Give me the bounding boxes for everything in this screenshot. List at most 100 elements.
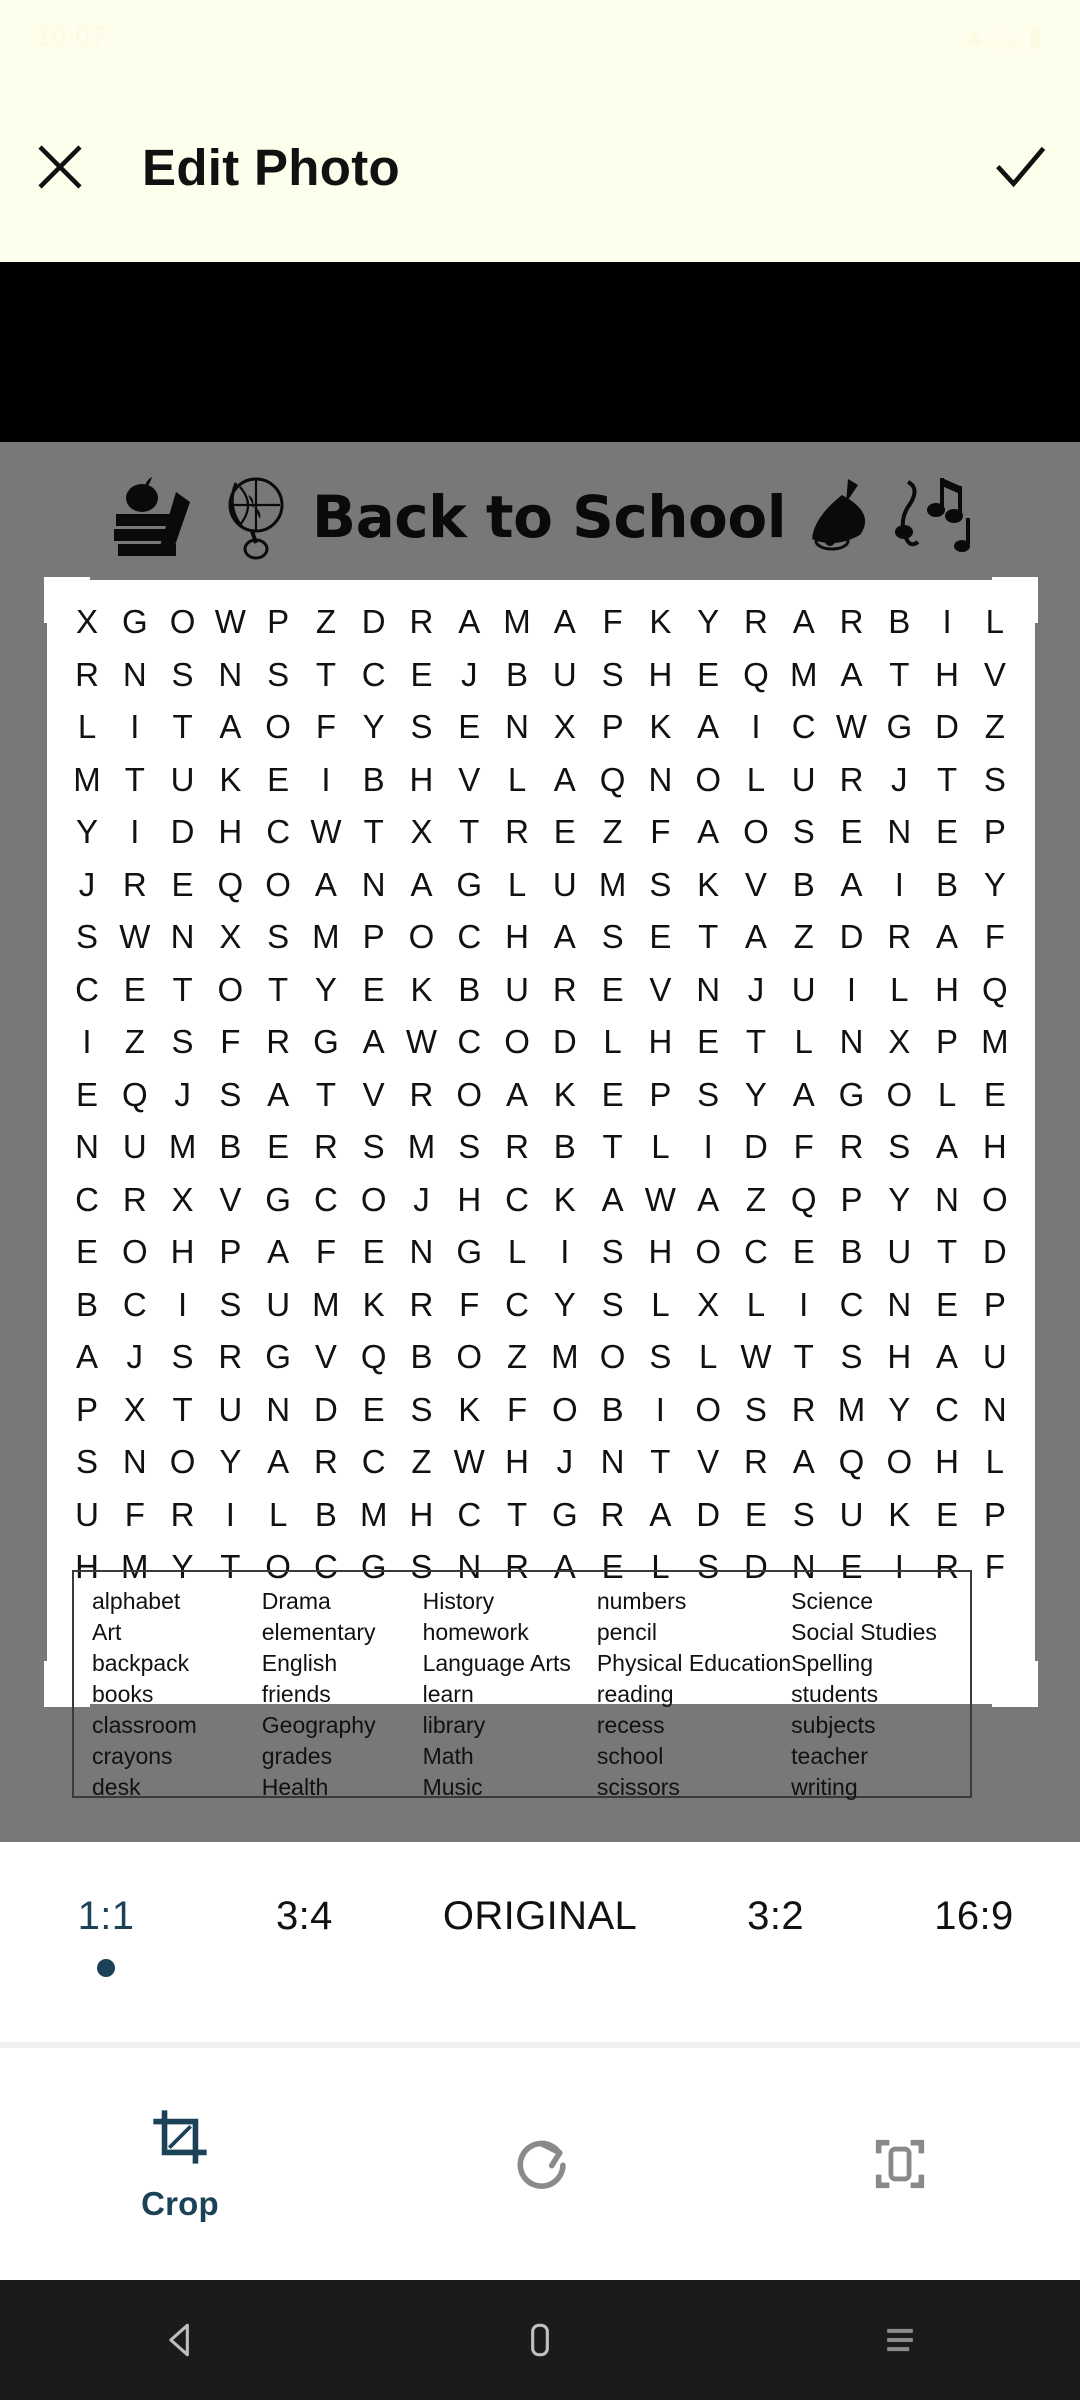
word-list-columns: alphabet Art backpack books classroom crayons… — [74, 1572, 970, 1800]
word-list-column: Science Social Studies Spelling students sub… — [791, 1586, 952, 1800]
letterbox-top — [0, 262, 1080, 442]
grid-letter: S — [267, 918, 290, 956]
grid-letter: R — [313, 1128, 338, 1166]
crop-window[interactable]: XGOWPZDRAMAFKYRARBILRNSNSTCEJBUSHEQMATHV… — [47, 580, 1035, 1704]
nav-back-button[interactable] — [120, 2280, 240, 2400]
grid-letter: T — [936, 1233, 958, 1271]
aspect-ratio-option-1-1[interactable]: 1:1 — [46, 1894, 166, 1977]
tool-rotate[interactable] — [360, 2132, 720, 2196]
grid-letter: T — [268, 970, 289, 1008]
grid-letter: A — [75, 1338, 98, 1376]
grid-letter: T — [650, 1443, 671, 1481]
grid-letter: P — [267, 603, 290, 641]
word-list-item: school — [596, 1743, 664, 1769]
grid-letter: W — [310, 813, 342, 851]
grid-letter: F — [315, 708, 336, 746]
tool-crop[interactable]: Crop — [0, 2105, 360, 2223]
grid-letter: A — [267, 1233, 290, 1271]
grid-letter: N — [600, 1443, 625, 1481]
grid-letter: C — [122, 1285, 147, 1323]
close-button[interactable] — [0, 107, 120, 227]
grid-row: IZSFRGAWCODLHETLNXPM — [65, 1016, 1017, 1069]
aspect-ratio-label: 3:4 — [276, 1894, 333, 1938]
grid-letter: H — [935, 1443, 959, 1481]
crop-icon — [153, 2110, 207, 2164]
grid-letter: W — [740, 1338, 772, 1376]
word-list-item: books — [92, 1681, 154, 1707]
grid-letter: I — [82, 1023, 92, 1061]
grid-letter: C — [791, 708, 816, 746]
grid-letter: S — [840, 1338, 863, 1376]
grid-letter: S — [75, 918, 98, 956]
grid-letter: S — [792, 1495, 815, 1533]
grid-letter: F — [220, 1023, 241, 1061]
grid-letter: T — [172, 708, 193, 746]
grid-letter: R — [744, 603, 768, 641]
grid-letter: B — [458, 970, 481, 1008]
grid-letter: S — [649, 1338, 672, 1376]
word-list-item: Art — [92, 1619, 122, 1645]
grid-letter: E — [75, 1075, 98, 1113]
grid-letter: E — [649, 918, 672, 956]
grid-letter: F — [602, 603, 623, 641]
grid-letter: A — [649, 1495, 672, 1533]
aspect-ratio-option-16-9[interactable]: 16:9 — [914, 1894, 1034, 1977]
grid-letter: L — [985, 603, 1005, 641]
aspect-ratio-label: 1:1 — [77, 1894, 135, 1938]
grid-letter: T — [459, 813, 480, 851]
grid-letter: Y — [362, 708, 385, 746]
grid-letter: N — [361, 865, 386, 903]
wifi-icon: △ — [997, 20, 1019, 51]
grid-letter: M — [503, 603, 531, 641]
aspect-ratio-option-original[interactable]: ORIGINAL — [443, 1894, 637, 1977]
grid-letter: S — [171, 655, 194, 693]
aspect-ratio-option-3-4[interactable]: 3:4 — [244, 1894, 364, 1977]
grid-letter: N — [839, 1023, 864, 1061]
grid-letter: Y — [75, 813, 98, 851]
grid-letter: G — [456, 865, 483, 903]
grid-row: EOHPAFENGLISHOCEBUTD — [65, 1226, 1017, 1279]
grid-letter: B — [888, 603, 911, 641]
grid-letter: I — [130, 708, 140, 746]
grid-letter: S — [219, 1075, 242, 1113]
grid-letter: Y — [983, 865, 1006, 903]
grid-letter: V — [697, 1443, 720, 1481]
grid-letter: S — [601, 1285, 624, 1323]
grid-letter: N — [887, 813, 912, 851]
grid-letter: P — [649, 1075, 672, 1113]
grid-letter: U — [552, 655, 577, 693]
photo-canvas[interactable]: Back to School XGOWPZDRAMAFKYRARBILRNSNS… — [0, 442, 1080, 1842]
grid-letter: L — [77, 708, 97, 746]
grid-letter: Z — [411, 1443, 432, 1481]
nav-home-button[interactable] — [480, 2280, 600, 2400]
grid-letter: R — [505, 1128, 529, 1166]
grid-letter: L — [507, 865, 527, 903]
grid-row: CRXVGCOJHCKAWAZQPYNO — [65, 1174, 1017, 1227]
grid-letter: A — [553, 918, 576, 956]
grid-letter: F — [984, 1548, 1005, 1586]
word-list-item: backpack — [92, 1650, 190, 1676]
grid-letter: P — [936, 1023, 959, 1061]
grid-letter: F — [793, 1128, 814, 1166]
tool-perspective[interactable] — [720, 2132, 1080, 2196]
aspect-ratio-option-3-2[interactable]: 3:2 — [716, 1894, 836, 1977]
grid-letter: S — [267, 655, 290, 693]
word-list-item: homework — [422, 1619, 529, 1645]
grid-row: LITAOFYSENXPKAICWGDZ — [65, 701, 1017, 754]
nav-recents-button[interactable] — [840, 2280, 960, 2400]
grid-letter: A — [697, 813, 720, 851]
grid-letter: T — [172, 1390, 193, 1428]
grid-letter: T — [745, 1023, 767, 1061]
grid-letter: O — [504, 1023, 530, 1061]
word-list-item: reading — [596, 1681, 674, 1707]
word-list-item: Health — [261, 1774, 329, 1800]
grid-letter: X — [553, 708, 576, 746]
grid-letter: R — [839, 760, 864, 798]
grid-letter: S — [888, 1128, 911, 1166]
grid-letter: E — [553, 813, 576, 851]
grid-letter: C — [744, 1233, 768, 1271]
confirm-button[interactable] — [960, 107, 1080, 227]
grid-letter: O — [169, 1443, 196, 1481]
grid-letter: G — [551, 1495, 578, 1533]
grid-letter: G — [838, 1075, 865, 1113]
